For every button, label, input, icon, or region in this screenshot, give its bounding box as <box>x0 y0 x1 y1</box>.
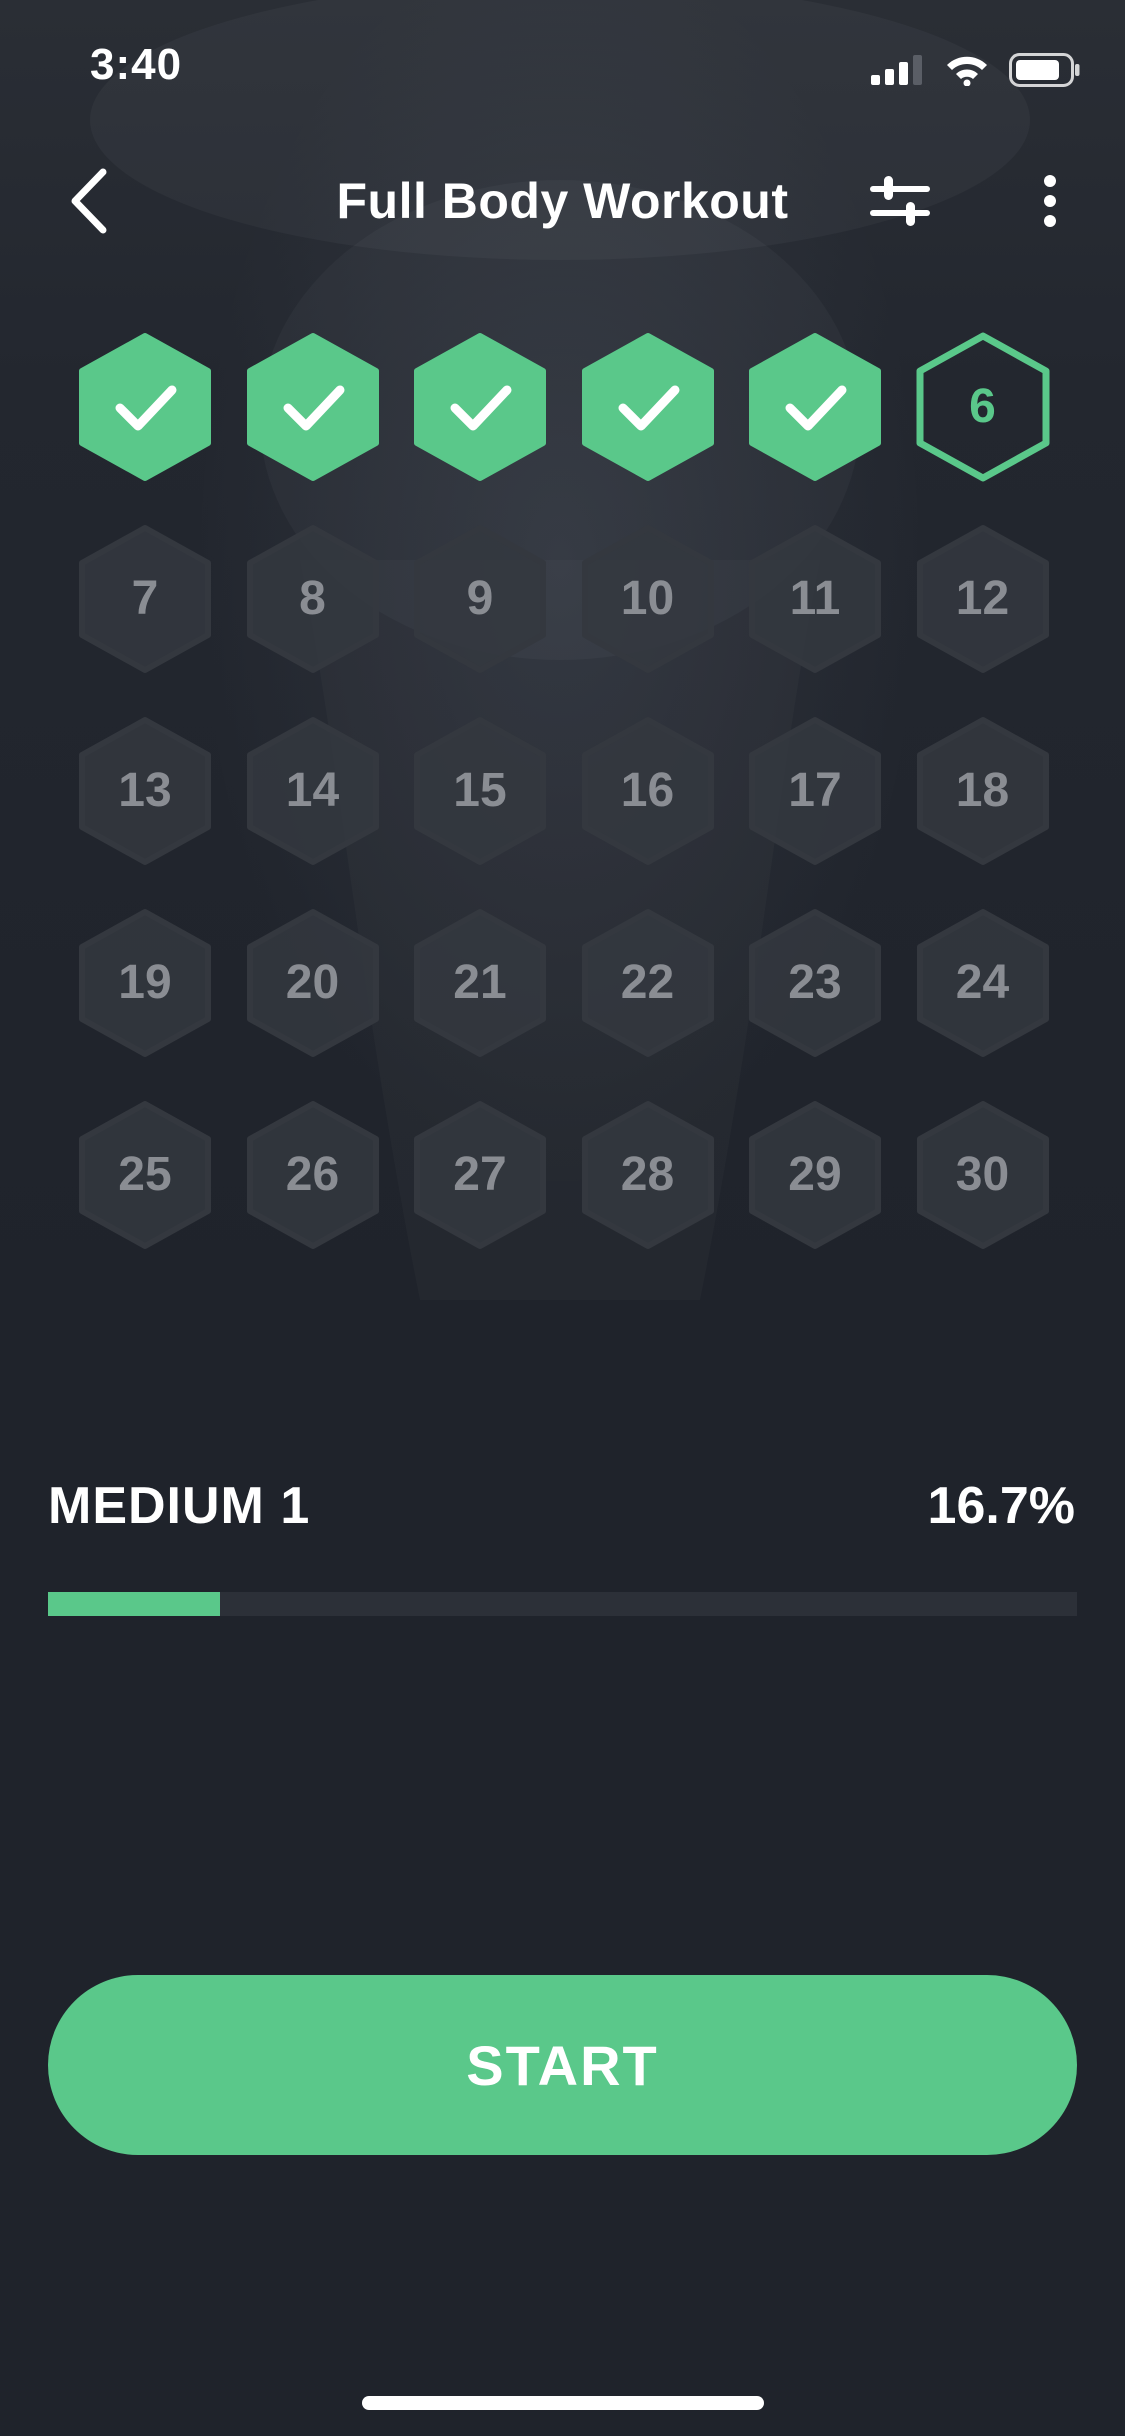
day-2-completed[interactable] <box>246 332 380 482</box>
home-indicator <box>362 2396 764 2410</box>
day-row: 7 8 9 10 11 12 <box>78 524 1050 716</box>
day-number: 16 <box>620 764 675 817</box>
day-7-locked[interactable]: 7 <box>78 524 212 674</box>
more-options-button[interactable] <box>1024 166 1076 236</box>
day-19-locked[interactable]: 19 <box>78 908 212 1058</box>
day-30-locked[interactable]: 30 <box>916 1100 1050 1250</box>
day-number: 17 <box>788 764 842 817</box>
day-22-locked[interactable]: 22 <box>581 908 715 1058</box>
day-8-locked[interactable]: 8 <box>246 524 380 674</box>
nav-bar: Full Body Workout <box>0 150 1125 250</box>
day-11-locked[interactable]: 11 <box>748 524 882 674</box>
battery-icon <box>1009 53 1080 87</box>
day-13-locked[interactable]: 13 <box>78 716 212 866</box>
day-number: 28 <box>620 1148 675 1201</box>
day-number: 18 <box>955 764 1010 817</box>
status-time: 3:40 <box>90 40 183 89</box>
day-27-locked[interactable]: 27 <box>413 1100 547 1250</box>
day-15-locked[interactable]: 15 <box>413 716 547 866</box>
day-number: 29 <box>788 1148 842 1201</box>
day-number: 19 <box>118 956 172 1009</box>
cellular-signal-icon <box>871 55 922 85</box>
day-25-locked[interactable]: 25 <box>78 1100 212 1250</box>
checkmark-icon <box>115 385 177 431</box>
day-number: 11 <box>789 572 841 625</box>
day-3-completed[interactable] <box>413 332 547 482</box>
day-number: 25 <box>118 1148 172 1201</box>
day-24-locked[interactable]: 24 <box>916 908 1050 1058</box>
day-row: 25 26 27 28 29 30 <box>78 1100 1050 1292</box>
page-title: Full Body Workout <box>336 173 789 229</box>
day-number: 10 <box>620 572 675 625</box>
day-grid: 6 7 8 9 10 11 12 13 14 15 16 17 18 19 20 21 22 23 24 25 26 27… <box>78 332 1050 1292</box>
day-4-completed[interactable] <box>581 332 715 482</box>
day-number: 7 <box>131 572 159 625</box>
day-number: 21 <box>453 956 507 1009</box>
day-number: 27 <box>453 1148 507 1201</box>
sliders-icon <box>870 176 930 226</box>
day-21-locked[interactable]: 21 <box>413 908 547 1058</box>
status-bar: 3:40 <box>0 0 1125 132</box>
day-row: 13 14 15 16 17 18 <box>78 716 1050 908</box>
day-row: 6 <box>78 332 1050 524</box>
day-1-completed[interactable] <box>78 332 212 482</box>
checkmark-icon <box>785 385 847 431</box>
day-12-locked[interactable]: 12 <box>916 524 1050 674</box>
day-number: 13 <box>118 764 172 817</box>
vertical-dots-icon <box>1044 175 1056 227</box>
day-16-locked[interactable]: 16 <box>581 716 715 866</box>
start-button[interactable]: START <box>48 1975 1077 2155</box>
day-number: 22 <box>620 956 675 1009</box>
checkmark-icon <box>618 385 679 431</box>
checkmark-icon <box>450 385 512 431</box>
day-number: 26 <box>285 1148 340 1201</box>
day-20-locked[interactable]: 20 <box>246 908 380 1058</box>
filter-button[interactable] <box>862 166 938 236</box>
workout-plan-screen: 3:40 Full Body Workout 6 7 8 9 10 11 12 … <box>0 0 1125 2436</box>
day-17-locked[interactable]: 17 <box>748 716 882 866</box>
day-number: 30 <box>955 1148 1010 1201</box>
level-progress-bar <box>48 1592 1077 1616</box>
day-number: 9 <box>466 572 494 625</box>
level-progress-fill <box>48 1592 220 1616</box>
day-number: 14 <box>285 764 340 817</box>
day-number: 12 <box>955 572 1010 625</box>
day-number: 24 <box>955 956 1010 1009</box>
day-28-locked[interactable]: 28 <box>581 1100 715 1250</box>
status-icons <box>871 52 1081 88</box>
day-10-locked[interactable]: 10 <box>581 524 715 674</box>
day-29-locked[interactable]: 29 <box>748 1100 882 1250</box>
checkmark-icon <box>283 385 344 431</box>
day-number: 15 <box>453 764 507 817</box>
day-23-locked[interactable]: 23 <box>748 908 882 1058</box>
day-18-locked[interactable]: 18 <box>916 716 1050 866</box>
day-6-current[interactable]: 6 <box>916 332 1050 482</box>
day-number: 6 <box>969 380 996 433</box>
level-name: MEDIUM 1 <box>48 1477 311 1535</box>
day-5-completed[interactable] <box>748 332 882 482</box>
day-row: 19 20 21 22 23 24 <box>78 908 1050 1100</box>
day-number: 20 <box>285 956 340 1009</box>
wifi-icon <box>947 56 987 86</box>
day-number: 23 <box>788 956 842 1009</box>
level-progress-percent: 16.7% <box>927 1477 1075 1535</box>
day-9-locked[interactable]: 9 <box>413 524 547 674</box>
day-14-locked[interactable]: 14 <box>246 716 380 866</box>
day-number: 8 <box>299 572 326 625</box>
day-26-locked[interactable]: 26 <box>246 1100 380 1250</box>
